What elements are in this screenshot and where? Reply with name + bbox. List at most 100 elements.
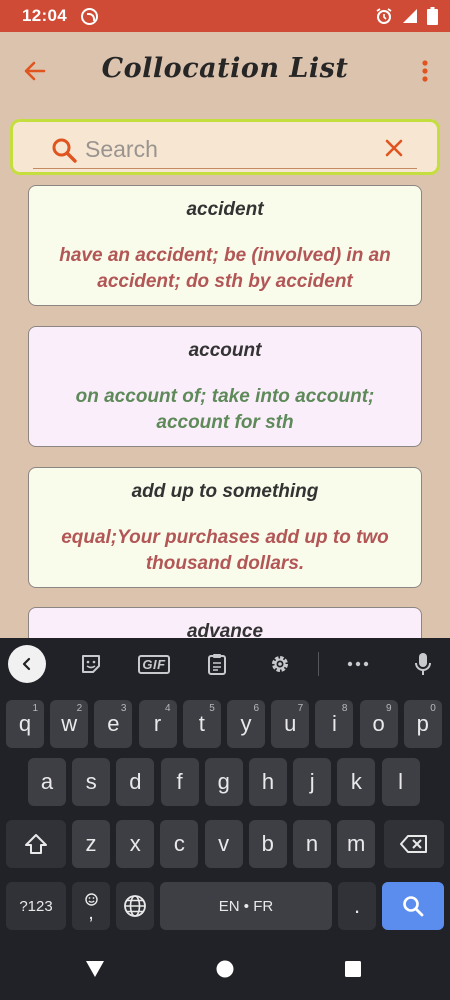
key-label: r (153, 711, 162, 736)
shift-icon (25, 834, 47, 854)
gif-button[interactable]: GIF (137, 651, 171, 677)
key-y[interactable]: y6 (227, 700, 265, 748)
symbols-key[interactable]: ?123 (6, 882, 66, 930)
key-o[interactable]: o9 (359, 700, 398, 748)
sticker-button[interactable] (78, 651, 104, 677)
close-icon (385, 139, 403, 157)
key-label: d (129, 769, 142, 794)
key-hint: 7 (297, 703, 304, 714)
overflow-menu-button[interactable] (412, 54, 438, 88)
emoji-comma-key[interactable]: , (72, 882, 110, 930)
key-k[interactable]: k (337, 758, 376, 806)
collocation-card[interactable]: account on account of; take into account… (28, 326, 422, 447)
key-f[interactable]: f (160, 758, 199, 806)
key-d[interactable]: d (116, 758, 155, 806)
key-h[interactable]: h (249, 758, 287, 806)
key-u[interactable]: u7 (271, 700, 310, 748)
language-key[interactable] (116, 882, 154, 930)
key-label: t (198, 711, 205, 736)
card-meaning: have an accident; be (involved) in an ac… (59, 245, 391, 292)
key-hint: 9 (386, 703, 392, 714)
more-options-button[interactable] (345, 651, 371, 677)
key-c[interactable]: c (160, 820, 199, 868)
key-hint: 8 (341, 703, 348, 714)
key-label: l (398, 769, 404, 794)
alarm-icon (376, 8, 392, 24)
search-icon (52, 138, 77, 163)
key-hint: 1 (32, 703, 38, 714)
key-hint: 0 (430, 703, 436, 714)
card-meaning: on account of; take into account; accoun… (75, 386, 375, 433)
app-notification-icon (80, 7, 98, 25)
key-label: f (176, 769, 183, 794)
key-m[interactable]: m (337, 820, 376, 868)
key-p[interactable]: p0 (403, 700, 442, 748)
card-meaning: equal;Your purchases add up to two thous… (61, 527, 389, 574)
key-i[interactable]: i8 (315, 700, 354, 748)
status-time: 12:04 (22, 6, 67, 25)
page-title: Collocation List (101, 53, 349, 84)
clear-search-button[interactable] (381, 135, 407, 161)
nav-home-button[interactable] (214, 958, 236, 980)
status-icons (375, 7, 438, 25)
key-label: q (18, 711, 32, 736)
key-hint: 6 (253, 703, 259, 714)
period-key[interactable]: . (338, 882, 376, 930)
key-label: v (218, 831, 230, 856)
voice-input-button[interactable] (410, 651, 436, 677)
space-key[interactable]: EN • FR (160, 882, 332, 930)
search-underline (33, 168, 417, 169)
card-word: add up to something (131, 481, 319, 502)
key-r[interactable]: r4 (138, 700, 177, 748)
microphone-icon (415, 653, 431, 675)
key-t[interactable]: t5 (182, 700, 221, 748)
shift-key[interactable] (6, 820, 66, 868)
key-l[interactable]: l (381, 758, 420, 806)
card-word: advance (186, 621, 264, 638)
clipboard-icon (208, 654, 226, 675)
key-label: z (85, 831, 97, 856)
key-label: c (173, 831, 185, 856)
chevron-left-icon (22, 657, 31, 671)
key-x[interactable]: x (116, 820, 155, 868)
key-label: g (217, 769, 230, 794)
clipboard-button[interactable] (204, 651, 230, 677)
key-q[interactable]: q1 (6, 700, 44, 748)
search-box (10, 119, 440, 175)
search-input[interactable] (85, 134, 365, 164)
more-horiz-icon (347, 661, 369, 667)
key-v[interactable]: v (204, 820, 243, 868)
key-label: y (240, 711, 252, 736)
collocation-card[interactable]: add up to something equal;Your purchases… (28, 467, 422, 588)
keyboard-toolbar: GIF (0, 638, 450, 690)
key-hint: 2 (76, 703, 83, 714)
nav-recents-button[interactable] (342, 958, 364, 980)
key-g[interactable]: g (204, 758, 243, 806)
key-label: o (372, 711, 385, 736)
backspace-key[interactable] (384, 820, 444, 868)
key-label: p (416, 711, 429, 736)
nav-back-button[interactable] (84, 958, 106, 980)
key-w[interactable]: w2 (50, 700, 89, 748)
key-label: n (305, 831, 319, 856)
settings-button[interactable] (267, 651, 293, 677)
key-label: s (85, 769, 97, 794)
key-n[interactable]: n (293, 820, 331, 868)
key-hint: 4 (165, 703, 171, 714)
keyboard-collapse-button[interactable] (8, 645, 46, 683)
key-s[interactable]: s (72, 758, 111, 806)
collocation-card[interactable]: accident have an accident; be (involved)… (28, 185, 422, 306)
key-e[interactable]: e3 (94, 700, 133, 748)
key-j[interactable]: j (293, 758, 332, 806)
system-navigation-bar (0, 938, 450, 1000)
search-enter-key[interactable] (382, 882, 444, 930)
collocation-card[interactable]: advance (28, 607, 422, 638)
key-b[interactable]: b (248, 820, 287, 868)
key-z[interactable]: z (72, 820, 110, 868)
key-label: i (331, 711, 337, 736)
key-hint: 5 (209, 703, 215, 714)
key-a[interactable]: a (28, 758, 66, 806)
status-bar: 12:04 (0, 0, 450, 32)
key-label: h (261, 769, 275, 794)
more-vert-icon (422, 60, 428, 82)
